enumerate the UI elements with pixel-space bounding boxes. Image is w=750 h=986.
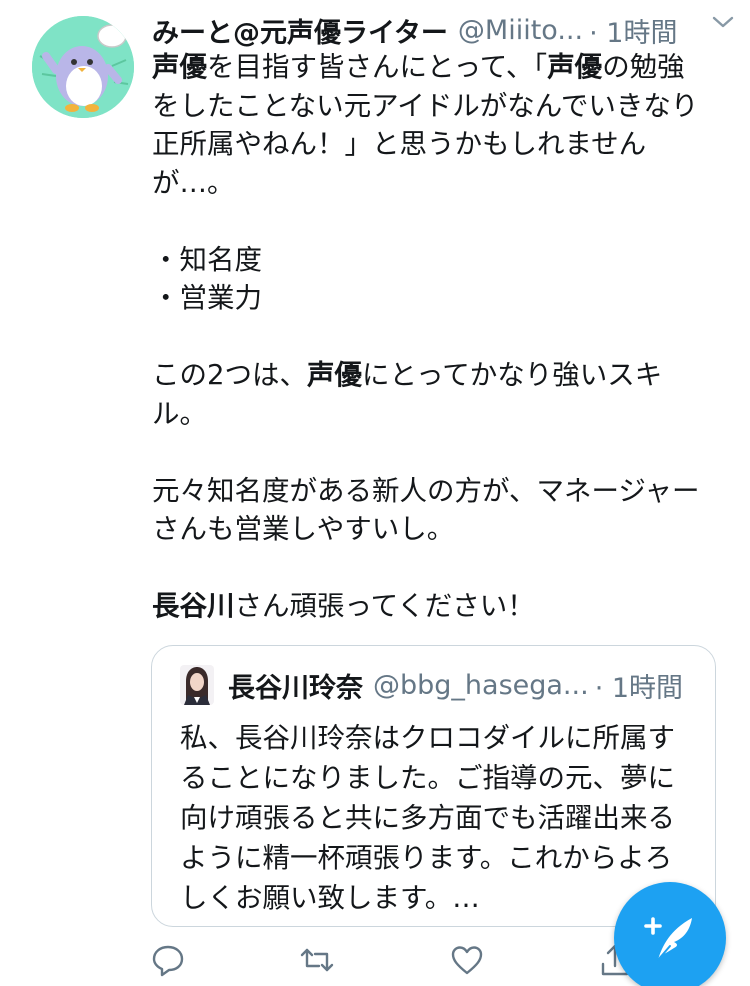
text-segment: さん頑張ってください！ (234, 590, 535, 622)
display-name[interactable]: みーと@元声優ライター (152, 11, 448, 50)
quoted-text-line: ることになりました。ご指導の元、夢に (180, 762, 675, 794)
reply-icon[interactable] (150, 942, 186, 978)
penguin-avatar-icon (32, 16, 134, 118)
quoted-tweet-header: 長谷川玲奈 @bbg_hasega... · 1時間 (180, 664, 710, 706)
quoted-text-line: 私、長谷川玲奈はクロコダイルに所属す (180, 722, 675, 754)
user-handle[interactable]: @Miiito... (458, 15, 583, 46)
compose-tweet-icon (644, 917, 692, 961)
tweet-text-line: ル。 (152, 395, 724, 434)
text-segment: 正所属やねん！」と思うかもしれません (152, 128, 647, 160)
text-segment: ル。 (152, 397, 207, 430)
quoted-tweet[interactable]: 長谷川玲奈 @bbg_hasega... · 1時間 私、長谷川玲奈はクロコダイ… (151, 645, 716, 927)
timestamp[interactable]: · 1時間 (589, 11, 677, 50)
highlighted-term: 長谷川 (152, 590, 235, 622)
tweet-text-line: 元々知名度がある新人の方が、マネージャー (152, 472, 724, 511)
avatar[interactable] (32, 16, 134, 118)
text-segment: 元々知名度がある新人の方が、マネージャー (152, 474, 700, 507)
heart-icon[interactable] (449, 942, 485, 978)
quoted-text-line: ように精一杯頑張ります。これからよろ (180, 842, 673, 874)
tweet-text-line: ・営業力 (152, 279, 724, 318)
tweet[interactable]: みーと@元声優ライター @Miiito... · 1時間 声優を目指す皆さんにと… (0, 0, 750, 986)
chevron-down-icon[interactable] (710, 12, 736, 32)
tweet-text-line: 正所属やねん！」と思うかもしれません (152, 125, 724, 164)
tweet-text: 声優を目指す皆さんにとって、「声優の勉強 をしたことない元アイドルがなんでいきなり… (152, 48, 724, 626)
text-segment: が…。 (152, 166, 235, 199)
text-segment: この2つは、 (152, 359, 307, 391)
highlighted-term: 声優 (152, 51, 207, 83)
quoted-display-name[interactable]: 長谷川玲奈 (228, 666, 363, 705)
highlighted-term: 声優 (547, 51, 603, 83)
retweet-icon[interactable] (299, 942, 335, 978)
text-segment: ・営業力 (152, 282, 262, 314)
highlighted-term: 声優 (307, 359, 362, 391)
tweet-text-line: この2つは、声優にとってかなり強いスキ (152, 356, 724, 395)
quoted-text-line: 向け頑張ると共に多方面でも活躍出来る (180, 802, 675, 834)
text-segment: をしたことない元アイドルがなんでいきなり (152, 89, 699, 122)
tweet-text-line: さんも営業しやすいし。 (152, 510, 724, 549)
quoted-tweet-text: 私、長谷川玲奈はクロコダイルに所属す ることになりました。ご指導の元、夢に 向け… (180, 718, 710, 918)
tweet-text-line: 長谷川さん頑張ってください！ (152, 587, 724, 626)
text-segment: さんも営業しやすいし。 (152, 513, 455, 545)
tweet-text-line: 声優を目指す皆さんにとって、「声優の勉強 (152, 48, 724, 87)
tweet-header: みーと@元声優ライター @Miiito... · 1時間 (152, 8, 732, 52)
quoted-timestamp[interactable]: · 1時間 (595, 666, 683, 705)
quoted-user-handle[interactable]: @bbg_hasega... (373, 670, 589, 701)
compose-tweet-button[interactable] (614, 882, 726, 986)
text-segment: を目指す皆さんにとって、「 (207, 51, 548, 83)
text-segment: にとってかなり強いスキ (362, 359, 663, 391)
tweet-text-line: をしたことない元アイドルがなんでいきなり (152, 87, 724, 126)
tweet-text-line: が…。 (152, 164, 724, 203)
quoted-avatar (180, 665, 214, 705)
text-segment: ・知名度 (152, 243, 262, 276)
tweet-text-line: ・知名度 (152, 241, 724, 280)
text-segment: の勉強 (602, 51, 685, 83)
